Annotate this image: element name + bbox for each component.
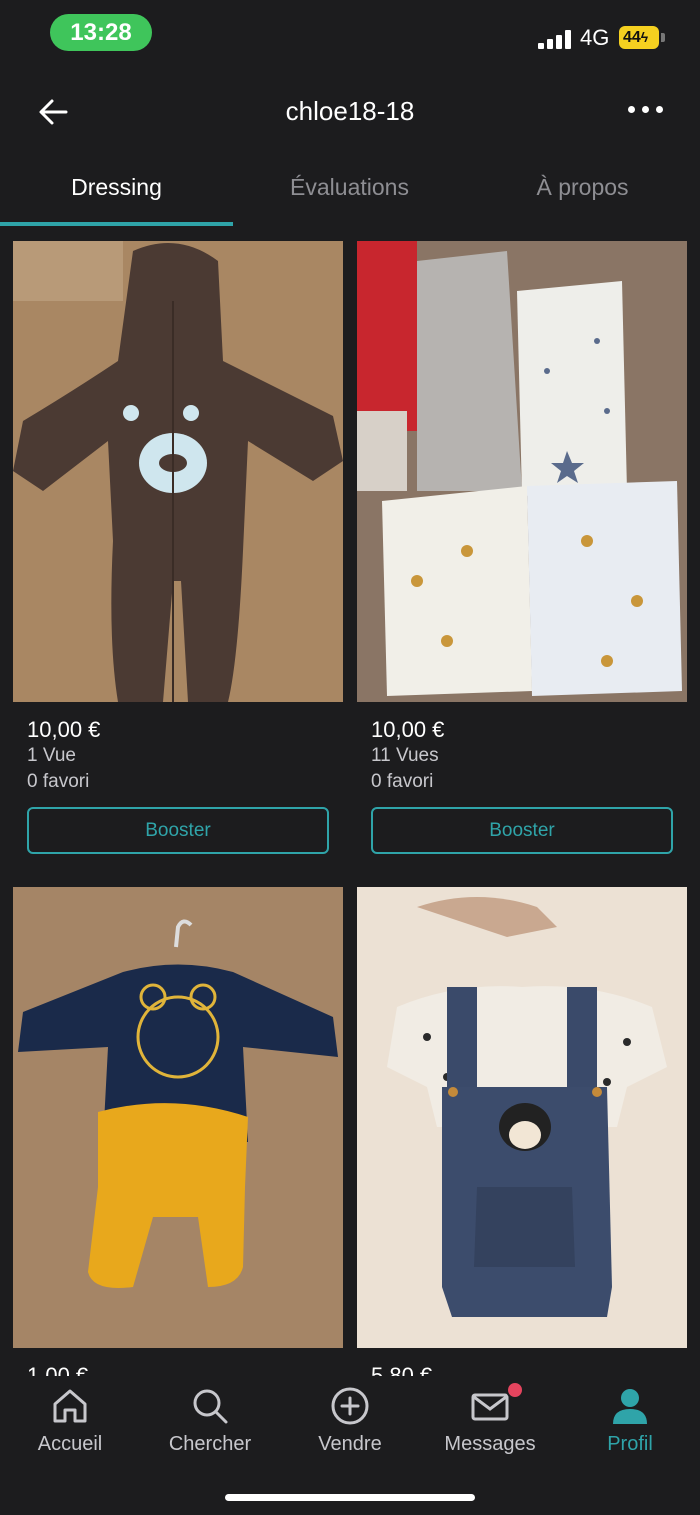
nav-sell-label: Vendre — [318, 1433, 382, 1455]
header: chloe18-18 — [0, 70, 700, 152]
nav-profile-label: Profil — [607, 1433, 653, 1455]
home-indicator[interactable] — [225, 1494, 475, 1501]
profile-icon — [613, 1389, 647, 1424]
item-photo-bodysuits[interactable] — [357, 241, 687, 702]
item-photo-winnie-outfit[interactable] — [13, 887, 343, 1348]
item-price: 10,00 € — [371, 717, 445, 742]
item-favorites: 0 favori — [371, 771, 434, 792]
page-title: chloe18-18 — [285, 96, 415, 126]
battery-level: 44 — [623, 29, 641, 46]
tab-evaluations[interactable]: Évaluations — [233, 174, 466, 201]
booster-button[interactable]: Booster — [371, 807, 673, 854]
battery-tip — [661, 33, 665, 42]
nav-messages-label: Messages — [444, 1433, 536, 1455]
item-price: 10,00 € — [27, 717, 101, 742]
tab-about[interactable]: À propos — [466, 174, 699, 201]
nav-home[interactable]: Accueil — [0, 1376, 140, 1466]
signal-icon — [538, 29, 572, 49]
nav-search-label: Chercher — [168, 1433, 252, 1455]
mail-icon — [471, 1393, 509, 1421]
unread-badge — [506, 1381, 524, 1399]
nav-home-label: Accueil — [37, 1433, 103, 1455]
item-photo-mickey-overalls[interactable] — [357, 887, 687, 1348]
network-label: 4G — [580, 25, 610, 50]
item-photo-bear-onesie[interactable] — [13, 241, 343, 702]
battery-icon: 44ϟ — [619, 26, 659, 49]
bottom-navigation: Accueil Chercher Vendre Messages Profil — [0, 1376, 700, 1515]
tab-dressing[interactable]: Dressing — [0, 174, 233, 201]
item-favorites: 0 favori — [27, 771, 90, 792]
nav-sell[interactable]: Vendre — [280, 1376, 420, 1466]
nav-messages[interactable]: Messages — [420, 1376, 560, 1466]
status-bar: 13:28 4G 44ϟ — [0, 0, 700, 70]
nav-search[interactable]: Chercher — [140, 1376, 280, 1466]
nav-profile[interactable]: Profil — [560, 1376, 700, 1466]
more-options-button[interactable] — [622, 98, 668, 122]
item-views: 11 Vues — [371, 745, 439, 766]
search-icon — [193, 1389, 228, 1424]
active-tab-indicator — [0, 222, 233, 226]
plus-circle-icon — [331, 1387, 369, 1425]
home-icon — [53, 1389, 87, 1423]
booster-button[interactable]: Booster — [27, 807, 329, 854]
profile-tabs: Dressing Évaluations À propos — [0, 160, 700, 226]
item-views: 1 Vue — [27, 745, 76, 766]
status-time: 13:28 — [50, 14, 152, 51]
